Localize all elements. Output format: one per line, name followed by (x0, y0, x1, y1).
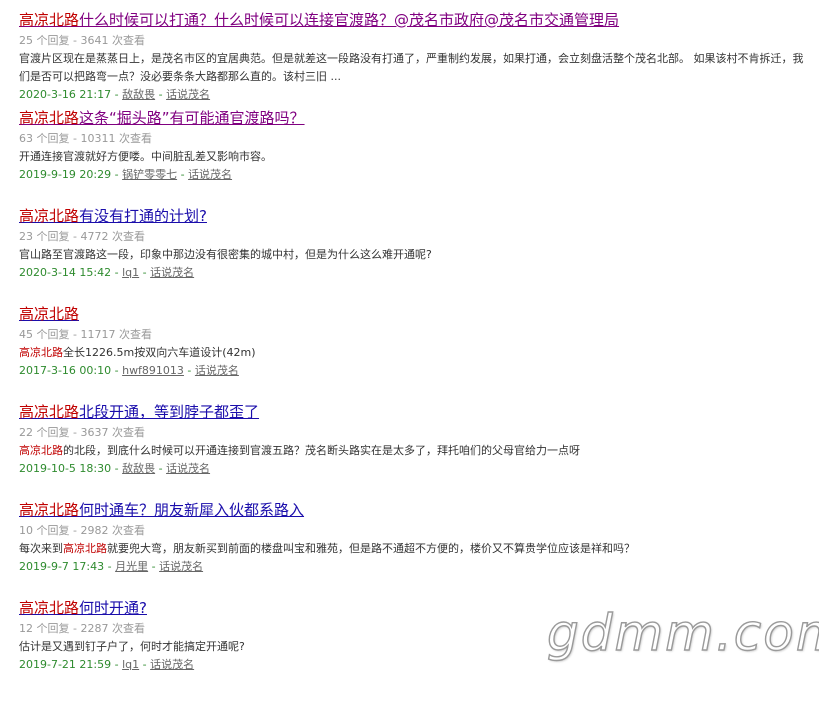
result-item: 高凉北路北段开通，等到脖子都歪了 22 个回复 - 3637 次查看 高凉北路的… (19, 400, 809, 498)
result-item: 高凉北路这条“掘头路”有可能通官渡路吗？ 63 个回复 - 10311 次查看 … (19, 106, 809, 204)
title-text: 北段开通，等到脖子都歪了 (79, 403, 260, 421)
site-watermark: gdmm.com (546, 603, 819, 662)
result-snippet: 开通连接官渡就好方便喽。中间脏乱差又影响市容。 (19, 148, 809, 166)
result-title-link[interactable]: 高凉北路 (19, 302, 79, 326)
snippet-text: 就要兜大弯，朋友新买到前面的楼盘叫宝和雅苑，但是路不通超不方便的，楼价又不算贵学… (107, 542, 635, 555)
author-link[interactable]: 敌敌畏 (122, 462, 155, 475)
result-item: 高凉北路 45 个回复 - 11717 次查看 高凉北路全长1226.5m按双向… (19, 302, 809, 400)
separator: - (139, 658, 151, 671)
post-date: 2019-7-21 21:59 (19, 658, 112, 671)
separator: - (111, 658, 123, 671)
snippet-text: 全长1226.5m按双向六车道设计(42m) (63, 346, 256, 359)
result-title-link[interactable]: 高凉北路北段开通，等到脖子都歪了 (19, 400, 259, 424)
reply-view-count: 63 个回复 - 10311 次查看 (19, 132, 152, 145)
post-info: 2020-3-16 21:17 - 敌敌畏 - 话说茂名 (19, 86, 809, 104)
post-info: 2019-9-19 20:29 - 锅铲零零七 - 话说茂名 (19, 166, 809, 184)
result-title-link[interactable]: 高凉北路有没有打通的计划? (19, 204, 207, 228)
forum-link[interactable]: 话说茂名 (195, 364, 239, 377)
result-item: 高凉北路什么时候可以打通？什么时候可以连接官渡路？@茂名市政府@茂名市交通管理局… (19, 8, 809, 106)
post-date: 2019-9-7 17:43 (19, 560, 105, 573)
result-snippet: 高凉北路的北段，到底什么时候可以开通连接到官渡五路？茂名断头路实在是太多了，拜托… (19, 442, 809, 460)
reply-view-count: 22 个回复 - 3637 次查看 (19, 426, 145, 439)
snippet-text: 官山路至官渡路这一段，印象中那边没有很密集的城中村，但是为什么这么难开通呢? (19, 248, 432, 261)
search-results: 高凉北路什么时候可以打通？什么时候可以连接官渡路？@茂名市政府@茂名市交通管理局… (19, 8, 809, 694)
result-item: 高凉北路何时通车？朋友新犀入伙都系路入 10 个回复 - 2982 次查看 每次… (19, 498, 809, 596)
result-snippet: 高凉北路全长1226.5m按双向六车道设计(42m) (19, 344, 809, 362)
forum-link[interactable]: 话说茂名 (150, 658, 194, 671)
forum-link[interactable]: 话说茂名 (159, 560, 203, 573)
title-text: 有没有打通的计划? (79, 207, 207, 225)
result-snippet: 每次来到高凉北路就要兜大弯，朋友新买到前面的楼盘叫宝和雅苑，但是路不通超不方便的… (19, 540, 809, 558)
author-link[interactable]: lq1 (122, 266, 139, 279)
title-keyword: 高凉北路 (19, 207, 80, 225)
forum-link[interactable]: 话说茂名 (166, 88, 210, 101)
reply-view-count: 23 个回复 - 4772 次查看 (19, 230, 145, 243)
post-info: 2017-3-16 00:10 - hwf891013 - 话说茂名 (19, 362, 809, 380)
separator: - (155, 462, 167, 475)
result-title-link[interactable]: 高凉北路何时开通? (19, 596, 147, 620)
separator: - (155, 88, 167, 101)
result-title-link[interactable]: 高凉北路这条“掘头路”有可能通官渡路吗？ (19, 106, 305, 130)
result-item: 高凉北路有没有打通的计划? 23 个回复 - 4772 次查看 官山路至官渡路这… (19, 204, 809, 302)
author-link[interactable]: 锅铲零零七 (122, 168, 177, 181)
author-link[interactable]: 敌敌畏 (122, 88, 155, 101)
title-keyword: 高凉北路 (19, 501, 80, 519)
snippet-text: 的北段，到底什么时候可以开通连接到官渡五路？茂名断头路实在是太多了，拜托咱们的父… (63, 444, 580, 457)
separator: - (111, 168, 123, 181)
title-keyword: 高凉北路 (19, 599, 80, 617)
title-text: 什么时候可以打通？什么时候可以连接官渡路？@茂名市政府@茂名市交通管理局 (79, 11, 620, 29)
separator: - (183, 364, 195, 377)
post-info: 2020-3-14 15:42 - lq1 - 话说茂名 (19, 264, 809, 282)
title-keyword: 高凉北路 (19, 109, 80, 127)
reply-view-count: 10 个回复 - 2982 次查看 (19, 524, 145, 537)
snippet-text: 官渡片区现在是蒸蒸日上，是茂名市区的宜居典范。但是就差这一段路没有打通了，严重制… (19, 52, 804, 83)
author-link[interactable]: hwf891013 (122, 364, 184, 377)
author-link[interactable]: lq1 (122, 658, 139, 671)
snippet-prefix: 每次来到 (19, 542, 63, 555)
post-date: 2020-3-14 15:42 (19, 266, 112, 279)
forum-link[interactable]: 话说茂名 (150, 266, 194, 279)
snippet-keyword: 高凉北路 (19, 346, 63, 359)
author-link[interactable]: 月光里 (115, 560, 148, 573)
separator: - (111, 462, 123, 475)
result-snippet: 官渡片区现在是蒸蒸日上，是茂名市区的宜居典范。但是就差这一段路没有打通了，严重制… (19, 50, 809, 86)
title-keyword: 高凉北路 (19, 305, 80, 323)
result-title-link[interactable]: 高凉北路什么时候可以打通？什么时候可以连接官渡路？@茂名市政府@茂名市交通管理局 (19, 8, 619, 32)
title-text: 这条“掘头路”有可能通官渡路吗？ (79, 109, 305, 127)
title-text: 何时通车？朋友新犀入伙都系路入 (79, 501, 305, 519)
forum-link[interactable]: 话说茂名 (166, 462, 210, 475)
forum-link[interactable]: 话说茂名 (188, 168, 232, 181)
separator: - (111, 364, 123, 377)
title-keyword: 高凉北路 (19, 403, 80, 421)
result-title-link[interactable]: 高凉北路何时通车？朋友新犀入伙都系路入 (19, 498, 304, 522)
snippet-text: 估计是又遇到钉子户了，何时才能搞定开通呢? (19, 640, 245, 653)
post-date: 2019-10-5 18:30 (19, 462, 112, 475)
separator: - (111, 266, 123, 279)
snippet-text: 开通连接官渡就好方便喽。中间脏乱差又影响市容。 (19, 150, 272, 163)
separator: - (104, 560, 116, 573)
post-date: 2019-9-19 20:29 (19, 168, 112, 181)
title-text: 何时开通? (79, 599, 147, 617)
snippet-keyword: 高凉北路 (63, 542, 107, 555)
separator: - (139, 266, 151, 279)
post-date: 2017-3-16 00:10 (19, 364, 112, 377)
post-date: 2020-3-16 21:17 (19, 88, 112, 101)
result-snippet: 官山路至官渡路这一段，印象中那边没有很密集的城中村，但是为什么这么难开通呢? (19, 246, 809, 264)
title-keyword: 高凉北路 (19, 11, 80, 29)
separator: - (148, 560, 160, 573)
separator: - (111, 88, 123, 101)
post-info: 2019-9-7 17:43 - 月光里 - 话说茂名 (19, 558, 809, 576)
reply-view-count: 45 个回复 - 11717 次查看 (19, 328, 152, 341)
snippet-keyword: 高凉北路 (19, 444, 63, 457)
reply-view-count: 25 个回复 - 3641 次查看 (19, 34, 145, 47)
post-info: 2019-10-5 18:30 - 敌敌畏 - 话说茂名 (19, 460, 809, 478)
separator: - (177, 168, 189, 181)
